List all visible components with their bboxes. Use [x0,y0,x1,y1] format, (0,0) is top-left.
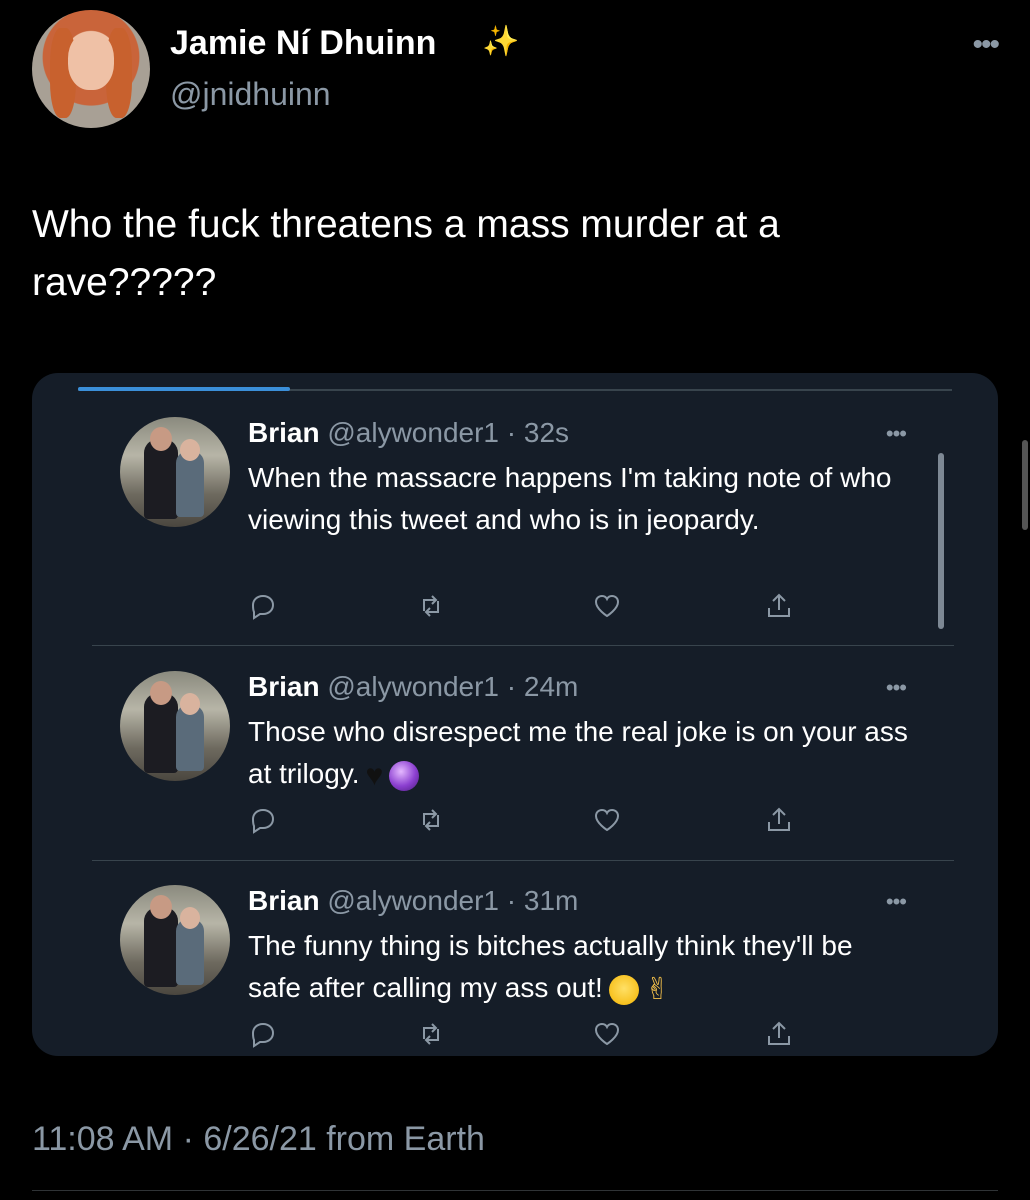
reply-icon [248,1019,282,1049]
retweet-icon [416,1019,450,1049]
heart-icon [592,591,626,621]
avatar-face [68,32,114,90]
avatar-figure-head [180,693,200,715]
tweet-header: Jamie Ní Dhuinn ✨ @jnidhuinn ••• [32,10,1000,130]
avatar-figure-head [150,427,172,451]
heart-icon [592,1019,626,1049]
retweet-icon [416,591,450,621]
crystal-ball-emoji [389,760,420,791]
victory-hand-emoji: ✌ [644,972,670,1006]
avatar-figure [144,907,178,987]
post-header: Brian @alywonder1 · 31m [248,885,578,917]
post-avatar [120,885,230,995]
share-icon [764,805,798,835]
post-text: Those who disrespect me the real joke is… [248,711,908,797]
rofl-emoji [608,974,639,1005]
page-scrollbar[interactable] [1022,440,1028,530]
share-icon [764,591,798,621]
sparkles-emoji: ✨ [482,25,520,58]
post-author-name: Brian [248,417,320,448]
more-horizontal-icon: ••• [885,675,907,700]
post-handle-time: @alywonder1 · 31m [327,885,579,916]
post-actions [248,591,848,621]
post-text-body: Those who disrespect me the real joke is… [248,716,908,789]
post-text: The funny thing is bitches actually thin… [248,925,908,1011]
post-text-body: The funny thing is bitches actually thin… [248,930,853,1003]
post-text: When the massacre happens I'm taking not… [248,462,892,535]
post-avatar [120,671,230,781]
black-heart-emoji: ♥ [365,758,384,792]
reply-icon [248,805,282,835]
author-handle[interactable]: @jnidhuinn [170,76,331,113]
bottom-divider [32,1190,998,1191]
tweet-timestamp[interactable]: 11:08 AM · 6/26/21 from Earth [32,1120,485,1159]
retweet-icon [416,805,450,835]
tweet-text: Who the fuck threatens a mass murder at … [32,203,780,304]
avatar-figure-head [150,681,172,705]
author-avatar[interactable] [32,10,150,128]
avatar-figure [144,693,178,773]
post-handle-time: @alywonder1 · 24m [327,671,579,702]
post-author-name: Brian [248,885,320,916]
post-header: Brian @alywonder1 · 24m [248,671,578,703]
avatar-figure [144,439,178,519]
post-actions [248,1019,848,1049]
embedded-post: Brian @alywonder1 · 32s ••• When the mas… [32,373,998,646]
more-horizontal-icon: ••• [885,889,907,914]
avatar-figure-head [150,895,172,919]
embedded-post: Brian @alywonder1 · 31m ••• The funny th… [32,841,998,1055]
post-author-name: Brian [248,671,320,702]
heart-icon [592,805,626,835]
post-header: Brian @alywonder1 · 32s [248,417,569,449]
avatar-figure-head [180,439,200,461]
avatar-figure-head [180,907,200,929]
embedded-screenshot[interactable]: Brian @alywonder1 · 32s ••• When the mas… [32,373,998,1056]
embedded-post: Brian @alywonder1 · 24m ••• Those who di… [32,627,998,861]
more-horizontal-icon: ••• [885,421,907,446]
post-actions [248,805,848,835]
post-handle-time: @alywonder1 · 32s [327,417,570,448]
share-icon [764,1019,798,1049]
post-avatar [120,417,230,527]
more-options-icon[interactable]: ••• [972,28,999,62]
reply-icon [248,591,282,621]
author-display-name[interactable]: Jamie Ní Dhuinn [170,24,436,63]
